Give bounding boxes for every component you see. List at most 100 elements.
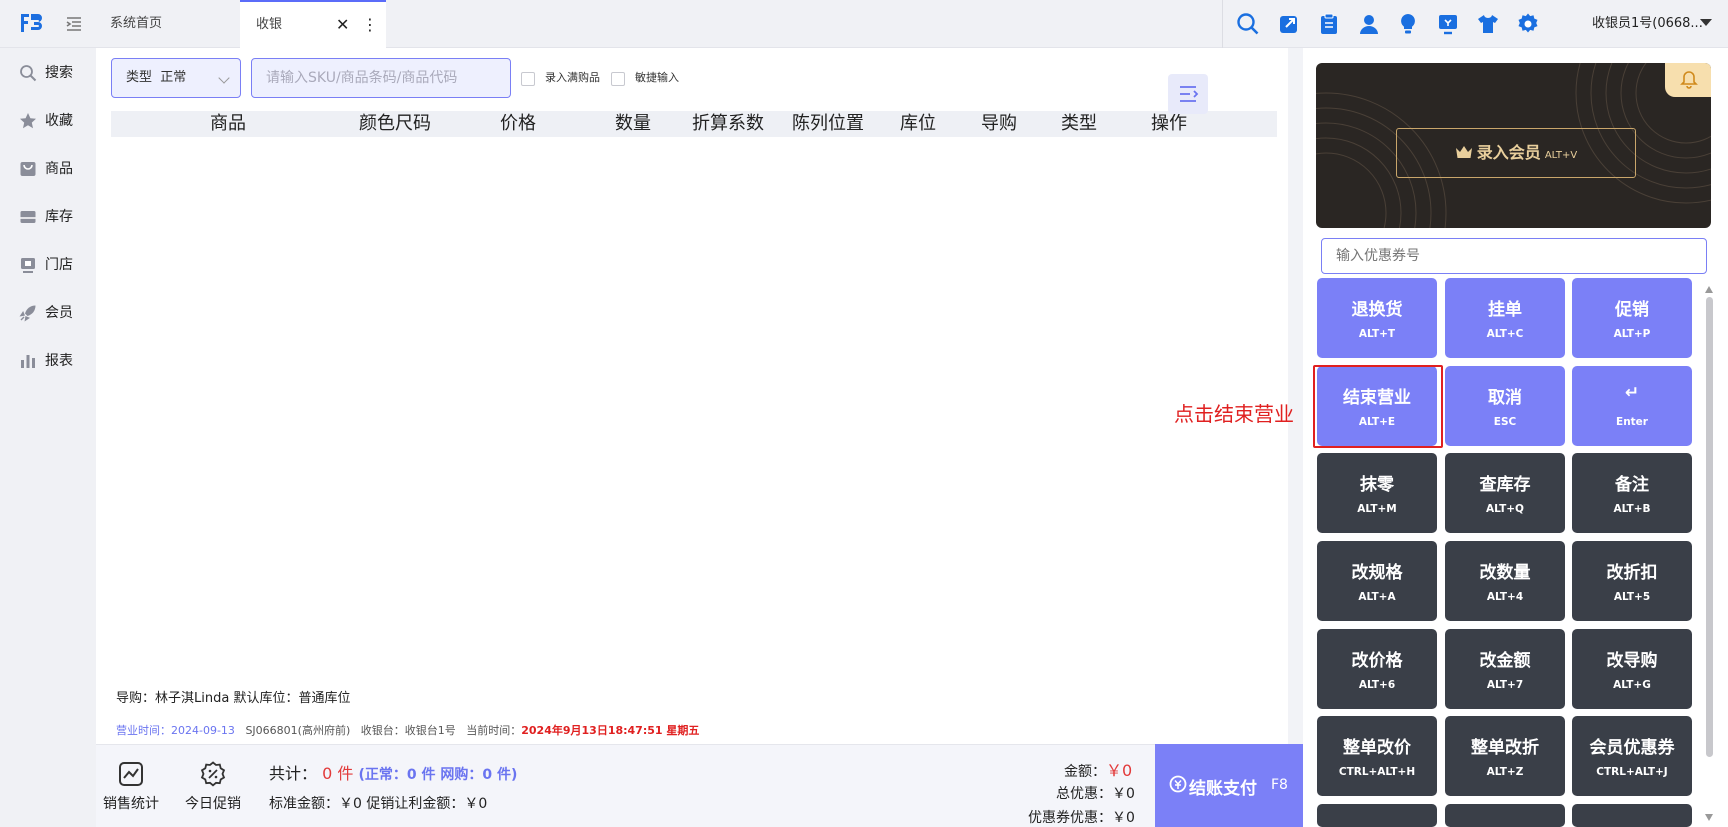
- guide-info: 导购：林子淇Linda 默认库位：普通库位: [116, 691, 351, 706]
- lightbulb-icon[interactable]: [1396, 12, 1420, 36]
- function-key-partial[interactable]: [1572, 804, 1692, 827]
- sidebar-item-member[interactable]: 会员: [0, 293, 96, 333]
- screen-icon[interactable]: [1436, 12, 1460, 36]
- tab-cashier[interactable]: 收银 ✕ ⋮: [240, 0, 386, 48]
- checkout-pay-shortcut: F8: [1271, 777, 1288, 793]
- promotion-button[interactable]: 促销 ALT+P: [1572, 278, 1692, 358]
- function-key-partial[interactable]: [1317, 804, 1437, 827]
- app-logo-icon: [21, 14, 42, 32]
- today-promo-button[interactable]: 今日促销: [178, 755, 248, 815]
- change-discount-button[interactable]: 改折扣 ALT+5: [1572, 541, 1692, 621]
- register-name: 收银台：收银台1号: [360, 724, 456, 737]
- total-label: 共计：: [269, 764, 318, 783]
- more-icon[interactable]: ⋮: [362, 2, 378, 48]
- change-price-button[interactable]: 改价格 ALT+6: [1317, 629, 1437, 709]
- search-icon[interactable]: [1236, 12, 1260, 36]
- sidebar-item-goods[interactable]: 商品: [0, 149, 96, 189]
- external-link-icon[interactable]: [1277, 12, 1301, 36]
- key-label: 取消: [1488, 388, 1522, 408]
- sidebar-item-search[interactable]: 搜索: [0, 53, 96, 93]
- tab-home[interactable]: 系统首页: [96, 0, 240, 48]
- scrollbar-thumb[interactable]: [1706, 297, 1713, 757]
- change-spec-button[interactable]: 改规格 ALT+A: [1317, 541, 1437, 621]
- key-label: 整单改价: [1343, 738, 1411, 758]
- check-stock-button[interactable]: 查库存 ALT+Q: [1445, 453, 1565, 533]
- scroll-down-arrow[interactable]: [1705, 814, 1713, 821]
- remark-button[interactable]: 备注 ALT+B: [1572, 453, 1692, 533]
- column-header: 颜色尺码: [359, 113, 431, 134]
- key-shortcut: ALT+Z: [1486, 766, 1524, 778]
- return-exchange-button[interactable]: 退换货 ALT+T: [1317, 278, 1437, 358]
- change-quantity-button[interactable]: 改数量 ALT+4: [1445, 541, 1565, 621]
- current-time-label: 当前时间：: [466, 724, 522, 737]
- business-time-label: 营业时间：: [116, 724, 171, 737]
- hold-order-button[interactable]: 挂单 ALT+C: [1445, 278, 1565, 358]
- star-icon: [20, 113, 36, 129]
- key-label: 抹零: [1360, 475, 1394, 495]
- total-discount-label: 总优惠：: [1056, 786, 1112, 802]
- business-meta: 营业时间：2024-09-13 SJ066801(高州府前) 收银台：收银台1号…: [116, 722, 699, 738]
- key-label: 改数量: [1479, 563, 1531, 583]
- user-menu[interactable]: 收银员1号(0668...: [1592, 0, 1703, 48]
- sidebar-item-reports[interactable]: 报表: [0, 341, 96, 381]
- key-shortcut: ALT+5: [1613, 591, 1651, 603]
- key-shortcut: ALT+A: [1358, 591, 1396, 603]
- key-shortcut: ALT+T: [1358, 328, 1396, 340]
- key-shortcut: ALT+Q: [1486, 503, 1524, 515]
- total-detail: (正常：0 件 网购：0 件): [358, 767, 518, 783]
- key-label: 退换货: [1351, 300, 1403, 320]
- member-coupon-button[interactable]: 会员优惠券 CTRL+ALT+J: [1572, 716, 1692, 796]
- change-amount-button[interactable]: 改金额 ALT+7: [1445, 629, 1565, 709]
- highlight-box: [1313, 365, 1443, 448]
- user-name: 收银员1号(0668...: [1592, 16, 1703, 31]
- sidebar-item-favorites[interactable]: 收藏: [0, 101, 96, 141]
- enter-member-button[interactable]: 录入会员 ALT+V: [1396, 128, 1636, 178]
- checkout-pay-button[interactable]: 结账支付 F8: [1155, 744, 1303, 827]
- column-header: 库位: [900, 113, 936, 134]
- line-chart-icon: [119, 762, 143, 786]
- bell-icon: [1680, 71, 1698, 89]
- column-header: 陈列位置: [792, 113, 864, 134]
- shirt-icon[interactable]: [1476, 12, 1500, 36]
- sales-stats-button[interactable]: 销售统计: [96, 755, 166, 815]
- search-icon: [20, 65, 37, 82]
- bar-chart-icon: [21, 355, 35, 368]
- notification-button[interactable]: [1665, 63, 1711, 97]
- rocket-icon: [19, 305, 36, 322]
- key-label: 整单改折: [1471, 738, 1539, 758]
- key-shortcut: ALT+B: [1613, 503, 1651, 515]
- gear-icon[interactable]: [1516, 12, 1540, 36]
- clipboard-icon[interactable]: [1317, 12, 1341, 36]
- cancel-button[interactable]: 取消 ESC: [1445, 366, 1565, 446]
- menu-collapse-icon[interactable]: [64, 14, 84, 34]
- function-key-partial[interactable]: [1445, 804, 1565, 827]
- caret-down-icon[interactable]: [1700, 19, 1712, 26]
- total-count: 0 件: [322, 764, 354, 783]
- key-label: 备注: [1615, 475, 1649, 495]
- user-icon[interactable]: [1357, 12, 1381, 36]
- key-label: 改金额: [1479, 651, 1531, 671]
- sku-input[interactable]: [251, 58, 511, 98]
- key-label: 促销: [1615, 300, 1649, 320]
- full-gift-checkbox[interactable]: [521, 72, 535, 86]
- sidebar-item-inventory[interactable]: 库存: [0, 197, 96, 237]
- order-rediscount-button[interactable]: 整单改折 ALT+Z: [1445, 716, 1565, 796]
- list-toggle-icon[interactable]: [1168, 74, 1208, 114]
- sidebar-item-store[interactable]: 门店: [0, 245, 96, 285]
- chevron-down-icon: [218, 72, 230, 84]
- quick-input-checkbox[interactable]: [611, 72, 625, 86]
- total-discount-value: ￥0: [1112, 786, 1135, 802]
- type-select-value: 正常: [160, 70, 187, 85]
- coupon-input[interactable]: [1321, 238, 1707, 274]
- close-icon[interactable]: ✕: [336, 2, 349, 48]
- key-shortcut: ALT+6: [1358, 679, 1396, 691]
- type-select[interactable]: 类型 正常: [111, 58, 241, 98]
- sidebar-item-label: 报表: [45, 353, 73, 369]
- change-guide-button[interactable]: 改导购 ALT+G: [1572, 629, 1692, 709]
- store-icon: [21, 258, 35, 273]
- round-off-button[interactable]: 抹零 ALT+M: [1317, 453, 1437, 533]
- scroll-up-arrow[interactable]: [1705, 286, 1713, 293]
- order-reprice-button[interactable]: 整单改价 CTRL+ALT+H: [1317, 716, 1437, 796]
- sidebar-item-label: 库存: [45, 209, 73, 225]
- enter-button[interactable]: ↵ Enter: [1572, 366, 1692, 446]
